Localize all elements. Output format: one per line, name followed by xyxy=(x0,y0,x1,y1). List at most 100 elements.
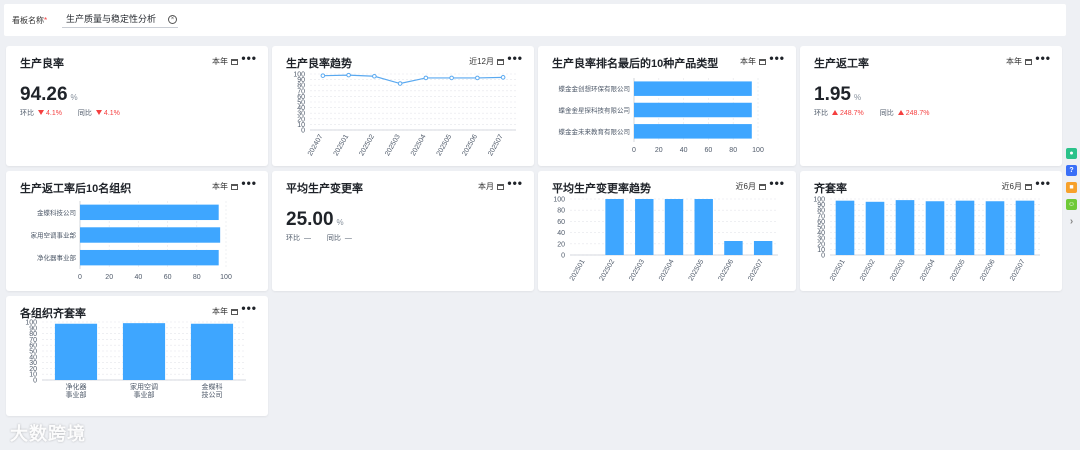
bar xyxy=(634,81,752,96)
card-yield: 生产良率 本年 ••• 94.26% 环比 4.1% 同比 4.1% xyxy=(6,46,268,166)
kpi-compare: 环比 4.1% 同比 4.1% xyxy=(20,110,120,117)
board-name-label: 看板名称* xyxy=(12,16,48,25)
x-tick-label: 202502 xyxy=(599,258,617,282)
down-arrow-icon xyxy=(38,110,44,115)
bar xyxy=(1015,200,1035,255)
card-yield-trend: 生产良率趋势 近12月 ••• 0 10 20 30 40 50 60 70 80 90 100 20… xyxy=(272,46,534,166)
kpi-value: 94.26% xyxy=(20,84,78,105)
y-tick-label: 金蝶科技公司 xyxy=(37,208,76,217)
bar-chart: 0 20 40 60 80 100 金蝶科技公司家用空调事业部净化器事业部 xyxy=(31,201,232,281)
bar xyxy=(694,199,713,255)
card-rework-rank: 生产返工率后10名组织 本年 ••• 0 20 40 60 80 100 金蝶科技公司 家用空… xyxy=(6,171,268,291)
x-tick-label: 20 xyxy=(655,147,663,154)
data-point xyxy=(449,75,454,81)
filter-bar: 看板名称* 生产质量与稳定性分析 × xyxy=(4,4,1066,36)
data-point xyxy=(397,81,403,86)
y-tick-label: 蝶金金创想环保有限公司 xyxy=(559,84,631,93)
period-picker[interactable]: 本年 xyxy=(1006,56,1032,67)
x-tick-label: 202505 xyxy=(436,133,454,157)
more-button[interactable]: ••• xyxy=(1035,51,1051,65)
x-tick-label: 金蝶科技公司 xyxy=(202,382,223,399)
x-tick-label: 0 xyxy=(78,274,82,281)
up-arrow-icon xyxy=(897,110,904,115)
x-tick-label: 202503 xyxy=(628,258,646,282)
card-yield-rank: 生产良率排名最后的10种产品类型 本年 ••• 0 20 40 60 80 100 蝶金金创… xyxy=(538,46,796,166)
bar xyxy=(80,249,219,266)
y-tick-label: 100 xyxy=(293,72,305,79)
more-button[interactable]: ••• xyxy=(507,176,523,190)
x-tick-label: 100 xyxy=(752,147,764,154)
bar xyxy=(54,323,98,380)
x-tick-label: 202501 xyxy=(829,258,847,282)
floating-toolbar: ● ? ■ ☺ › xyxy=(1066,148,1080,233)
x-tick-label: 202502 xyxy=(859,258,877,282)
bar-chart: 0 20 40 60 80 100 蝶金金创想环保有限公司蝶金金星探科技有限公司蝶金金未来教… xyxy=(559,78,764,154)
x-tick-label: 202505 xyxy=(688,258,706,282)
x-tick-label: 0 xyxy=(632,147,636,154)
line-chart: 0102030405060708090100202407 202501 202502… xyxy=(293,72,516,157)
x-tick-label: 202504 xyxy=(658,258,676,282)
x-tick-label: 202503 xyxy=(384,133,402,157)
bar xyxy=(122,323,166,380)
x-tick-label: 家用空调事业部 xyxy=(130,382,158,399)
bar xyxy=(80,227,221,243)
bar xyxy=(190,323,234,380)
card-title: 生产良率 xyxy=(20,58,64,70)
data-point xyxy=(320,73,326,78)
help-icon[interactable]: ? xyxy=(1066,165,1077,176)
card-rework: 生产返工率 本年 ••• 1.95% 环比 248.7% 同比 248.7% xyxy=(800,46,1062,166)
card-avg-change-trend: 平均生产变更率趋势 近6月 ••• 0 20 40 60 80 100 202501 2025… xyxy=(538,171,796,291)
x-tick-label: 202506 xyxy=(979,258,997,282)
assistant-icon[interactable]: ● xyxy=(1066,148,1077,159)
card-org-kit-rate: 各组织齐套率 本年 ••• 0 10 20 30 40 50 60 70 80 90 100 净化器事… xyxy=(6,296,268,416)
clear-icon[interactable]: × xyxy=(168,15,177,24)
bar xyxy=(635,199,654,255)
x-tick-label: 净化器事业部 xyxy=(66,382,87,399)
feedback-icon[interactable]: ☺ xyxy=(1066,199,1077,210)
required-mark: * xyxy=(44,16,48,25)
x-tick-label: 202505 xyxy=(949,258,967,282)
chevron-right-icon[interactable]: › xyxy=(1066,216,1077,227)
data-point xyxy=(372,73,377,79)
data-point xyxy=(346,72,351,78)
y-tick-label: 100 xyxy=(25,320,37,327)
notice-icon[interactable]: ■ xyxy=(1066,182,1077,193)
more-button[interactable]: ••• xyxy=(241,51,257,65)
x-tick-label: 202501 xyxy=(569,258,587,282)
data-point xyxy=(423,75,429,81)
bar xyxy=(753,241,773,255)
period-picker[interactable]: 本年 xyxy=(212,56,238,67)
x-tick-label: 60 xyxy=(164,274,172,281)
brand-watermark: 大数跨境 xyxy=(10,424,86,444)
x-tick-label: 202501 xyxy=(333,133,351,157)
x-tick-label: 202507 xyxy=(487,133,505,157)
bar-chart: 0102030405060708090100202501 202502 202503… xyxy=(813,197,1040,282)
x-tick-label: 202507 xyxy=(747,258,765,282)
calendar-icon xyxy=(1025,59,1032,65)
x-tick-label: 202504 xyxy=(410,133,428,157)
y-tick-label: 家用空调事业部 xyxy=(31,231,77,240)
period-picker[interactable]: 本月 xyxy=(478,181,504,192)
bar xyxy=(605,199,624,255)
y-tick-label: 100 xyxy=(553,197,565,204)
x-tick-label: 202506 xyxy=(461,133,479,157)
y-tick-label: 净化器事业部 xyxy=(37,253,77,262)
card-avg-change: 平均生产变更率 本月 ••• 25.00% 环比 — 同比 — xyxy=(272,171,534,291)
kpi-compare: 环比 248.7% 同比 248.7% xyxy=(814,110,930,117)
card-title: 平均生产变更率 xyxy=(286,183,363,195)
x-tick-label: 80 xyxy=(193,274,201,281)
x-tick-label: 202502 xyxy=(358,133,376,157)
x-tick-label: 202506 xyxy=(717,258,735,282)
y-tick-label: 100 xyxy=(813,197,825,204)
board-name-select[interactable]: 生产质量与稳定性分析 xyxy=(62,12,178,28)
bar xyxy=(865,201,885,255)
data-point xyxy=(500,75,506,80)
calendar-icon xyxy=(231,59,238,65)
bar-chart: 0102030405060708090100净化器事业部家用空调事业部金蝶科技公… xyxy=(25,320,246,399)
y-tick-label: 蝶金金星探科技有限公司 xyxy=(559,106,631,115)
y-tick-label: 蝶金金未来教育有限公司 xyxy=(559,127,631,136)
up-arrow-icon xyxy=(832,110,838,115)
x-tick-label: 100 xyxy=(220,274,232,281)
bar xyxy=(80,204,219,221)
calendar-icon xyxy=(497,184,504,190)
